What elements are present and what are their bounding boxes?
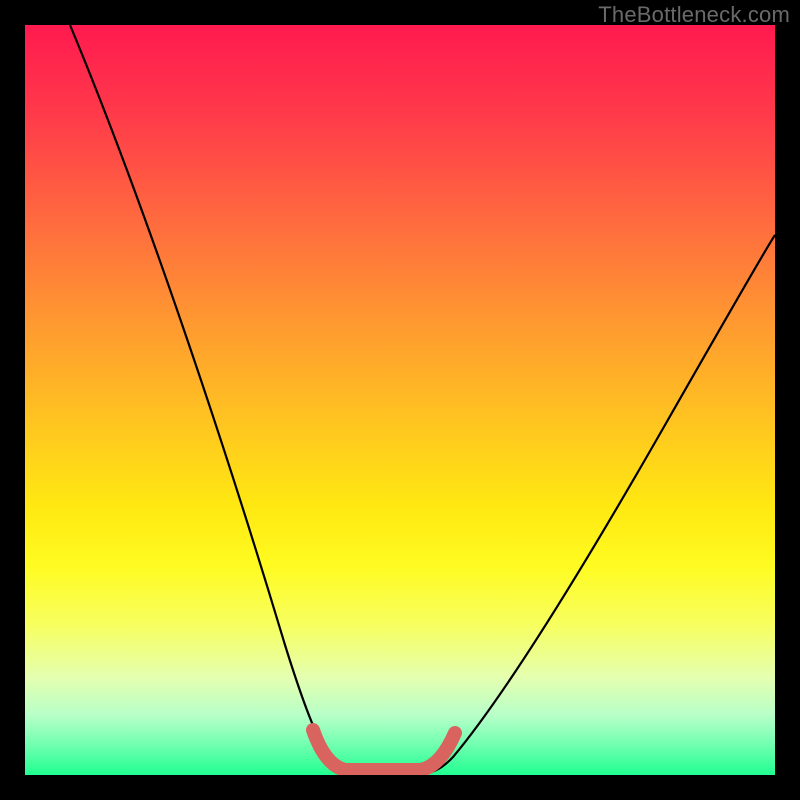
watermark-label: TheBottleneck.com — [598, 2, 790, 28]
chart-overlay — [25, 25, 775, 775]
bottleneck-curve — [70, 25, 775, 774]
optimal-highlight — [313, 730, 455, 770]
chart-frame: TheBottleneck.com — [0, 0, 800, 800]
